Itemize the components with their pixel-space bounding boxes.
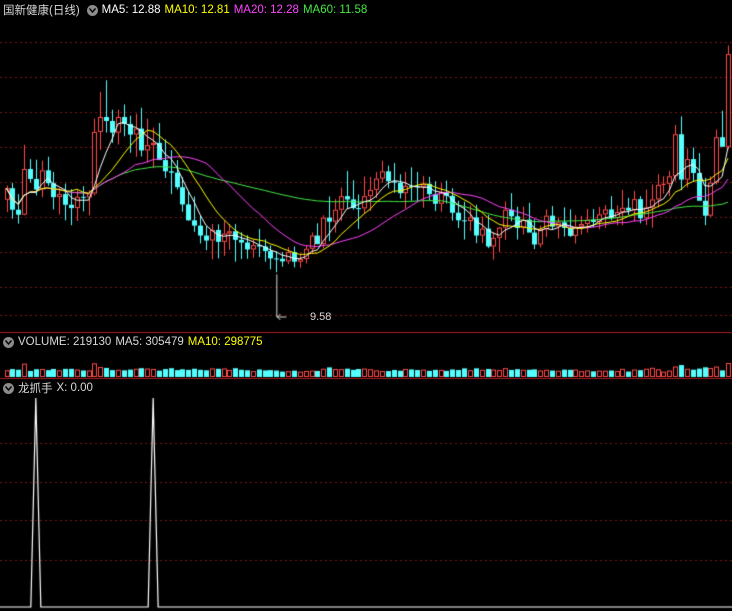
price-panel-header: 国新健康(日线) MA5: 12.88 MA10: 12.81 MA20: 12… — [0, 2, 371, 18]
indicator-value: X: 0.00 — [56, 382, 93, 394]
stock-title: 国新健康(日线) — [3, 5, 80, 17]
chevron-down-icon[interactable] — [3, 336, 14, 348]
ma60-label: MA60: 11.58 — [302, 4, 368, 16]
ma5-label: MA5: 12.88 — [101, 4, 161, 16]
volume-label: VOLUME: 219130 — [18, 336, 112, 348]
volume-ma5-label: MA5: 305479 — [115, 336, 184, 348]
ma20-label: MA20: 12.28 — [233, 4, 299, 16]
ma10-label: MA10: 12.81 — [164, 4, 230, 16]
indicator-panel-header: 龙抓手 X: 0.00 — [0, 380, 97, 396]
chevron-down-icon[interactable] — [3, 382, 14, 394]
volume-ma10-label: MA10: 298775 — [187, 336, 263, 348]
volume-panel-header: VOLUME: 219130 MA5: 305479 MA10: 298775 — [0, 334, 267, 350]
indicator-name: 龙抓手 — [18, 383, 53, 395]
stock-chart-canvas[interactable] — [0, 0, 732, 611]
low-price-marker: 9.58 — [310, 311, 332, 323]
chevron-down-icon[interactable] — [86, 4, 98, 16]
